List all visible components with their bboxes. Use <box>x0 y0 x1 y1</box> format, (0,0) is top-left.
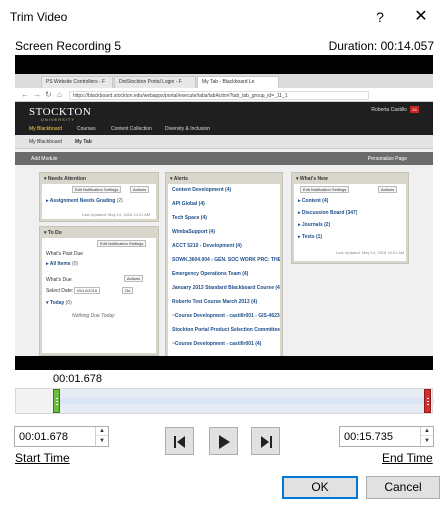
trim-track[interactable] <box>15 388 434 414</box>
personalize-page: Personalize Page <box>367 156 407 162</box>
user-badge: 24 <box>410 106 419 113</box>
site-nav-item: My Blackboard <box>29 126 63 132</box>
home-icon: ⌂ <box>57 90 62 99</box>
next-frame-button[interactable] <box>251 427 280 455</box>
nothing-due-label: Nothing Due Today <box>72 313 115 319</box>
whats-new-item: ▸ Tests (1) <box>298 234 323 240</box>
module-title: ▾ What's New <box>292 173 408 184</box>
previous-frame-button[interactable] <box>165 427 194 455</box>
site-logo-sub: UNIVERSITY <box>41 117 76 122</box>
updated-label: Last Updated: May 14, 2018 10:21 AM <box>336 250 405 255</box>
end-time-spinner[interactable]: ▲ ▼ <box>420 427 433 446</box>
add-module: Add Module <box>31 156 58 162</box>
start-time-input[interactable]: 00:01.678 ▲ ▼ <box>14 426 109 447</box>
actions-button: Actions <box>124 275 144 282</box>
actions-button: Actions <box>130 186 150 193</box>
browser-tabstrip: PS Website Controllers - F DotStockton P… <box>15 74 433 88</box>
video-preview[interactable]: PS Website Controllers - F DotStockton P… <box>15 55 433 370</box>
module-bar: Add Module Personalize Page <box>15 152 433 165</box>
start-time-label: Start Time <box>15 451 70 465</box>
updated-label: Last Updated: May 14, 2018 10:21 AM <box>82 212 151 217</box>
alert-item: Stockton Portal Product Selection Commit… <box>172 327 280 333</box>
site-nav-item: Diversity & Inclusion <box>165 126 211 132</box>
end-time-input[interactable]: 00:15.735 ▲ ▼ <box>339 426 434 447</box>
module-title: ▾ To Do <box>40 227 158 238</box>
module-title: ▾ Needs Attention <box>40 173 158 184</box>
whats-new-item: ▸ Content (4) <box>298 198 329 204</box>
duration-label: Duration: 00:14.057 <box>328 39 434 53</box>
alert-item: SOWK.3604.004 - GEN. SOC WORK PRC: THE &… <box>172 257 280 263</box>
end-trim-handle[interactable] <box>424 389 431 413</box>
start-time-spinner[interactable]: ▲ ▼ <box>95 427 108 446</box>
edit-notification-button: Edit Notification Settings <box>97 240 147 247</box>
edit-notification-button: Edit Notification Settings <box>300 186 350 193</box>
browser-tab: DotStockton Portal Login - F <box>114 76 196 88</box>
all-items-link: ▸ All Items (0) <box>46 261 79 267</box>
end-time-down-button[interactable]: ▼ <box>421 437 433 446</box>
whats-new-item: ▸ Discussion Board (347) <box>298 210 358 216</box>
start-time-down-button[interactable]: ▼ <box>96 437 108 446</box>
user-name: Roberta Castillo <box>371 107 407 113</box>
alert-item: ACCT 5210 - Development (4) <box>172 243 242 249</box>
recording-name: Screen Recording 5 <box>15 39 122 53</box>
next-frame-icon <box>261 436 272 448</box>
site-nav-item: Content Collection <box>111 126 152 132</box>
video-frame: PS Website Controllers - F DotStockton P… <box>15 74 433 356</box>
alert-item: ~Course Development - castillr001 - GIS-… <box>172 313 280 319</box>
whats-new-module: ▾ What's New Edit Notification Settings … <box>291 172 409 264</box>
todo-module: ▾ To Do Edit Notification Settings What'… <box>39 226 159 356</box>
actions-button: Actions <box>378 186 398 193</box>
forward-icon: → <box>33 90 41 99</box>
whats-new-item: ▸ Journals (2) <box>298 222 331 228</box>
site-header: STOCKTON UNIVERSITY My Blackboard Course… <box>15 102 433 135</box>
bb-tab: My Blackboard <box>29 139 63 145</box>
today-link: ▾ Today (0) <box>46 300 72 306</box>
alert-item: Tech Space (4) <box>172 215 207 221</box>
alerts-module: ▾ Alerts Content Development (4) API Glob… <box>165 172 283 356</box>
previous-frame-icon <box>174 436 185 448</box>
alert-item: Content Development (4) <box>172 187 232 193</box>
alert-item: API Global (4) <box>172 201 205 207</box>
needs-attention-module: ▾ Needs Attention Edit Notification Sett… <box>39 172 159 222</box>
bb-tabs: My Blackboard My Tab <box>15 135 433 149</box>
past-due-label: What's Past Due <box>46 251 84 257</box>
close-button[interactable]: ✕ <box>404 5 438 29</box>
start-time-up-button[interactable]: ▲ <box>96 427 108 436</box>
bb-tab-active: My Tab <box>75 139 92 145</box>
trim-selection <box>55 389 426 413</box>
current-time-label: 00:01.678 <box>53 373 102 385</box>
browser-url: https://blackboard.stockton.edu/webapps/… <box>69 91 369 100</box>
play-button[interactable] <box>209 427 238 455</box>
module-title: ▾ Alerts <box>166 173 282 184</box>
alert-item: ~Course Development - castillr001 (4) <box>172 341 262 347</box>
ok-button[interactable]: OK <box>282 476 358 499</box>
go-button: Go <box>122 287 134 294</box>
back-icon: ← <box>21 90 29 99</box>
select-date-label: Select Date: <box>46 288 74 294</box>
edit-notification-button: Edit Notification Settings <box>72 186 122 193</box>
date-field: 05/14/2018 <box>74 287 101 294</box>
alert-item: WimbaSupport (4) <box>172 229 216 235</box>
alert-item: Emergency Operations Team (4) <box>172 271 249 277</box>
whats-due-label: What's Due <box>46 277 72 283</box>
alert-item: January 2013 Standard Blackboard Course … <box>172 285 280 291</box>
browser-address-bar: ← → ↻ ⌂ https://blackboard.stockton.edu/… <box>15 88 433 102</box>
end-time-up-button[interactable]: ▲ <box>421 427 433 436</box>
end-time-value[interactable]: 00:15.735 <box>344 431 393 443</box>
cancel-button[interactable]: Cancel <box>366 476 440 499</box>
assignment-grading-link: ▸ Assignment Needs Grading (2) <box>46 198 123 204</box>
start-time-value[interactable]: 00:01.678 <box>19 431 68 443</box>
start-trim-handle[interactable] <box>53 389 60 413</box>
alert-item: Roberto Test Course March 2013 (4) <box>172 299 258 305</box>
play-icon <box>219 435 230 449</box>
title-bar: Trim Video ? ✕ <box>0 0 448 34</box>
browser-tab-active: My Tab - Blackboard Le <box>197 76 279 88</box>
end-time-label: End Time <box>382 451 433 465</box>
site-nav-item: Courses <box>77 126 96 132</box>
help-button[interactable]: ? <box>365 5 395 29</box>
refresh-icon: ↻ <box>45 90 52 99</box>
browser-tab: PS Website Controllers - F <box>41 76 113 88</box>
window-title: Trim Video <box>10 10 68 24</box>
